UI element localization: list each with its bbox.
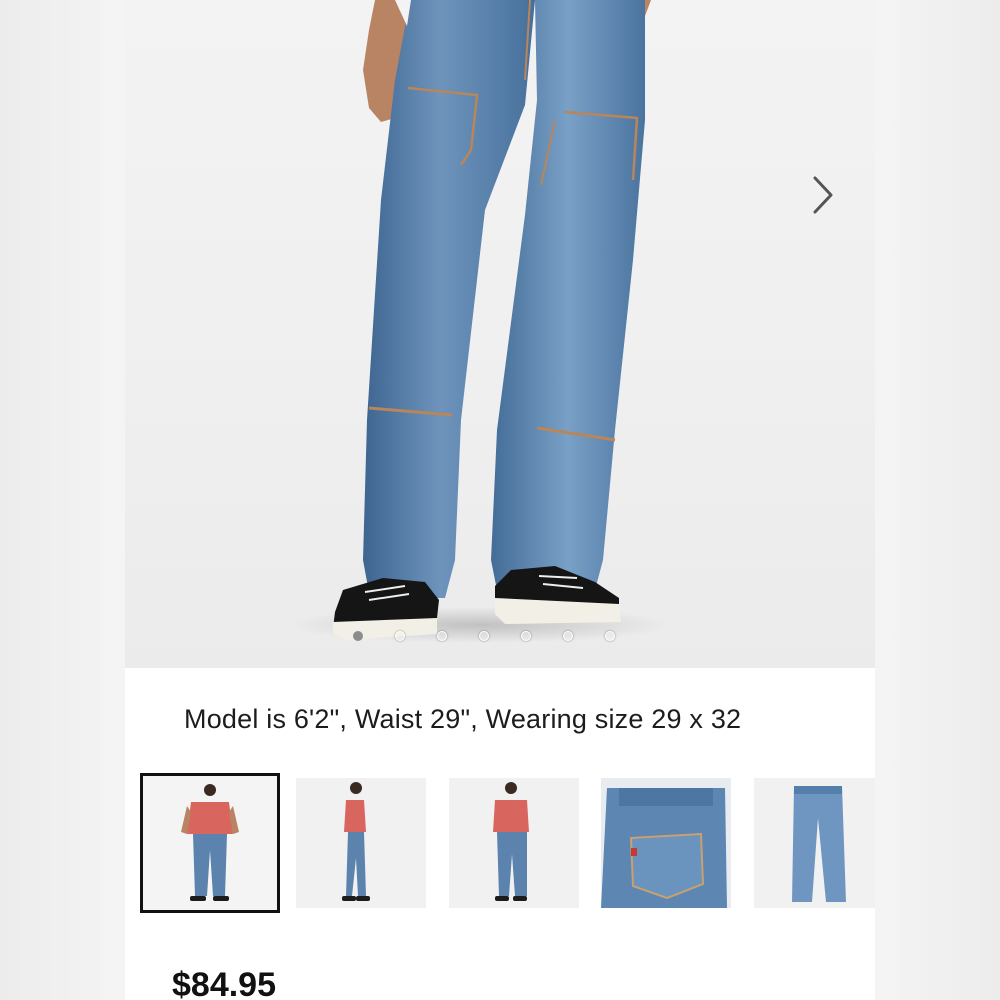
carousel-dot[interactable] — [395, 631, 405, 641]
thumbnail-flat-lay[interactable] — [754, 778, 875, 908]
thumbnail-strip — [140, 773, 875, 913]
thumbnail-image — [296, 778, 426, 908]
carousel-dot[interactable] — [605, 631, 615, 641]
thumbnail-side-view[interactable] — [296, 778, 426, 908]
carousel-dot[interactable] — [353, 631, 363, 641]
thumbnail-image — [754, 778, 875, 908]
thumbnail-front-view[interactable] — [140, 773, 280, 913]
price-text: $84.95 — [172, 966, 276, 1000]
jeans-photo — [290, 0, 670, 643]
product-card: Model is 6'2", Waist 29", Wearing size 2… — [125, 0, 875, 1000]
thumbnail-pocket-detail[interactable] — [601, 778, 731, 908]
product-hero-image[interactable] — [125, 0, 875, 668]
model-info-text: Model is 6'2", Waist 29", Wearing size 2… — [184, 704, 742, 734]
carousel-dot[interactable] — [479, 631, 489, 641]
chevron-right-icon — [813, 176, 833, 214]
carousel-dot[interactable] — [521, 631, 531, 641]
thumbnail-image — [143, 776, 277, 910]
carousel-dots — [353, 629, 615, 643]
carousel-dot[interactable] — [563, 631, 573, 641]
next-image-button[interactable] — [811, 175, 847, 219]
thumbnail-back-view[interactable] — [449, 778, 579, 908]
thumbnail-image — [601, 778, 731, 908]
thumbnail-image — [449, 778, 579, 908]
carousel-dot[interactable] — [437, 631, 447, 641]
